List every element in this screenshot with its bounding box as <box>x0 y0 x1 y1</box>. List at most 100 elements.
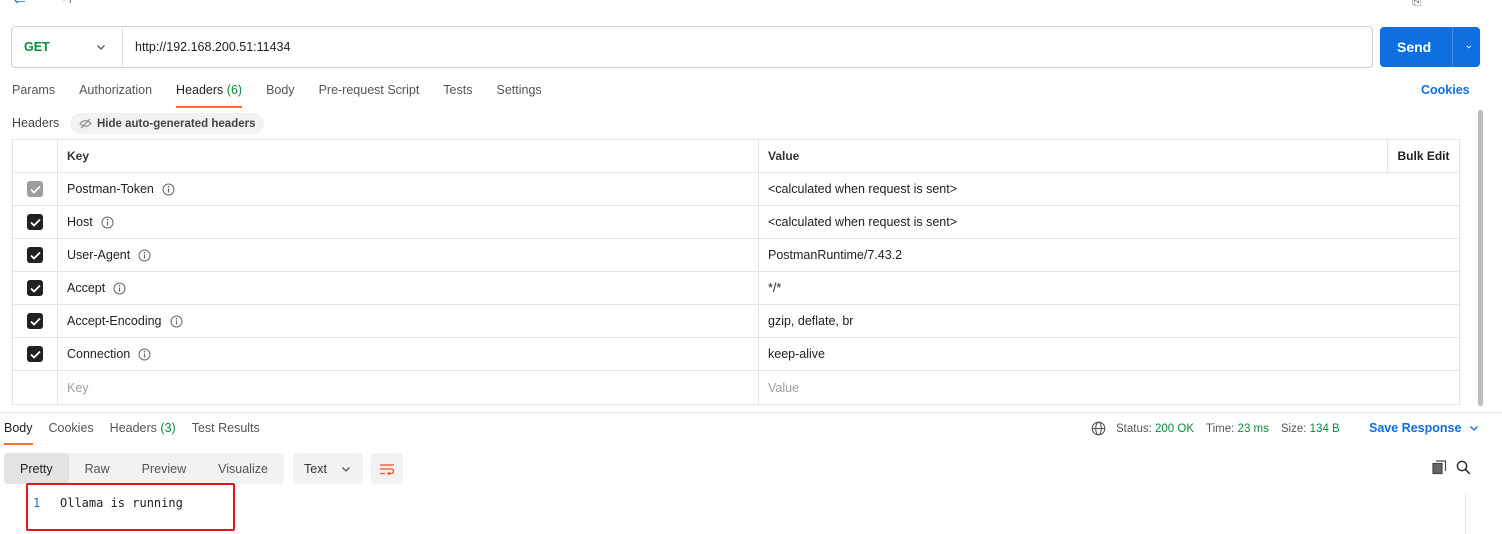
row-key[interactable]: User-Agent <box>58 239 759 271</box>
table-row: Host <calculated when request is sent> <box>13 206 1459 239</box>
row-check-cell <box>13 371 58 404</box>
info-icon[interactable] <box>162 183 175 196</box>
content-type-select[interactable]: Text <box>293 453 363 484</box>
row-key[interactable]: Connection <box>58 338 759 370</box>
checkmark-icon <box>29 218 41 227</box>
status-meta[interactable]: Status: 200 OK <box>1116 423 1194 435</box>
save-response-label: Save Response <box>1369 421 1462 435</box>
chevron-down-icon <box>1469 423 1479 433</box>
response-scrollbar[interactable] <box>1465 494 1466 534</box>
row-key[interactable]: Accept-Encoding <box>58 305 759 337</box>
table-row: Connection keep-alive <box>13 338 1459 371</box>
new-key-input[interactable]: Key <box>58 371 759 404</box>
checkmark-icon <box>29 251 41 260</box>
time-value: 23 ms <box>1237 422 1269 435</box>
resp-tab-headers[interactable]: Headers (3) <box>110 418 176 445</box>
resp-tab-test-results[interactable]: Test Results <box>192 418 260 445</box>
search-icon[interactable] <box>1456 460 1471 478</box>
row-key[interactable]: Postman-Token <box>58 173 759 205</box>
tab-tests[interactable]: Tests <box>443 80 472 108</box>
scrollbar-thumb[interactable] <box>1478 110 1483 406</box>
table-row: Accept-Encoding gzip, deflate, br <box>13 305 1459 338</box>
info-icon[interactable] <box>113 282 126 295</box>
format-visualize-button[interactable]: Visualize <box>202 453 284 484</box>
cookies-link[interactable]: Cookies <box>1421 83 1470 97</box>
row-value[interactable]: <calculated when request is sent> <box>759 173 1459 205</box>
row-key-text: Accept <box>67 281 106 295</box>
info-icon[interactable] <box>170 315 183 328</box>
new-header-row: Key Value <box>13 371 1459 404</box>
hide-auto-generated-label: Hide auto-generated headers <box>97 117 256 130</box>
row-key[interactable]: Accept <box>58 272 759 304</box>
resp-tab-body[interactable]: Body <box>4 418 33 445</box>
edit-icon[interactable]: ⎘ <box>1412 0 1422 9</box>
row-key[interactable]: Host <box>58 206 759 238</box>
response-tabs: Body Cookies Headers (3) Test Results <box>4 418 276 445</box>
status-label: Status: <box>1116 422 1152 435</box>
wrap-lines-icon <box>380 463 395 475</box>
tab-params[interactable]: Params <box>12 80 55 108</box>
row-checkbox[interactable] <box>27 181 43 197</box>
row-value[interactable]: PostmanRuntime/7.43.2 <box>759 239 1459 271</box>
request-tabs: Params Authorization Headers (6) Body Pr… <box>12 80 566 108</box>
send-button[interactable]: Send <box>1380 27 1480 67</box>
row-check-cell <box>13 272 58 304</box>
info-icon[interactable] <box>138 249 151 262</box>
row-key-text: Host <box>67 215 93 229</box>
row-key-text: Connection <box>67 347 131 361</box>
row-checkbox[interactable] <box>27 280 43 296</box>
size-meta[interactable]: Size: 134 B <box>1281 423 1340 435</box>
checkmark-icon <box>29 317 41 326</box>
table-row: Postman-Token <calculated when request i… <box>13 173 1459 206</box>
resp-tab-cookies[interactable]: Cookies <box>49 418 94 445</box>
hide-auto-generated-button[interactable]: Hide auto-generated headers <box>70 113 265 134</box>
bulk-edit-button[interactable]: Bulk Edit <box>1387 140 1459 172</box>
row-value[interactable]: keep-alive <box>759 338 1459 370</box>
headers-table: Key Value Bulk Edit Postman-Token <calcu… <box>12 139 1460 405</box>
time-label: Time: <box>1206 422 1235 435</box>
top-strip: ⇐ · / ⎘ <box>0 0 1502 10</box>
time-meta[interactable]: Time: 23 ms <box>1206 423 1269 435</box>
tab-body[interactable]: Body <box>266 80 295 108</box>
tab-settings[interactable]: Settings <box>496 80 541 108</box>
copy-icon[interactable] <box>1432 460 1447 478</box>
row-checkbox[interactable] <box>27 214 43 230</box>
tab-pre-request-script[interactable]: Pre-request Script <box>319 80 420 108</box>
collection-icon[interactable]: ⇐ <box>14 0 34 7</box>
send-label: Send <box>1397 39 1432 55</box>
column-header-key: Key <box>58 140 759 172</box>
tab-authorization[interactable]: Authorization <box>79 80 152 108</box>
row-checkbox[interactable] <box>27 313 43 329</box>
new-value-input[interactable]: Value <box>759 371 1459 404</box>
info-icon[interactable] <box>101 216 114 229</box>
wrap-lines-button[interactable] <box>371 453 403 484</box>
row-key-text: User-Agent <box>67 248 131 262</box>
row-checkbox[interactable] <box>27 346 43 362</box>
method-select[interactable]: GET <box>12 27 123 67</box>
row-value[interactable]: gzip, deflate, br <box>759 305 1459 337</box>
send-options-chevron-icon[interactable] <box>1453 42 1473 52</box>
row-checkbox[interactable] <box>27 247 43 263</box>
row-check-cell <box>13 206 58 238</box>
row-value[interactable]: <calculated when request is sent> <box>759 206 1459 238</box>
highlight-annotation-box <box>26 483 235 531</box>
format-preview-button[interactable]: Preview <box>126 453 202 484</box>
info-icon[interactable] <box>138 348 151 361</box>
resp-tab-headers-label: Headers <box>109 421 157 435</box>
tab-headers-label: Headers <box>176 83 224 97</box>
table-row: User-Agent PostmanRuntime/7.43.2 <box>13 239 1459 272</box>
row-value[interactable]: */* <box>759 272 1459 304</box>
row-check-cell <box>13 239 58 271</box>
url-bar[interactable]: GET http://192.168.200.51:11434 <box>11 26 1373 68</box>
pane-divider[interactable] <box>0 412 1502 413</box>
resp-tab-headers-count: (3) <box>160 421 176 435</box>
row-check-cell <box>13 173 58 205</box>
checkmark-icon <box>29 284 41 293</box>
url-input[interactable]: http://192.168.200.51:11434 <box>123 40 290 54</box>
tab-headers[interactable]: Headers (6) <box>176 80 243 108</box>
save-response-button[interactable]: Save Response <box>1369 421 1479 435</box>
globe-icon[interactable] <box>1091 421 1106 436</box>
chevron-down-icon <box>342 467 350 472</box>
format-pretty-button[interactable]: Pretty <box>4 453 69 484</box>
format-raw-button[interactable]: Raw <box>69 453 126 484</box>
